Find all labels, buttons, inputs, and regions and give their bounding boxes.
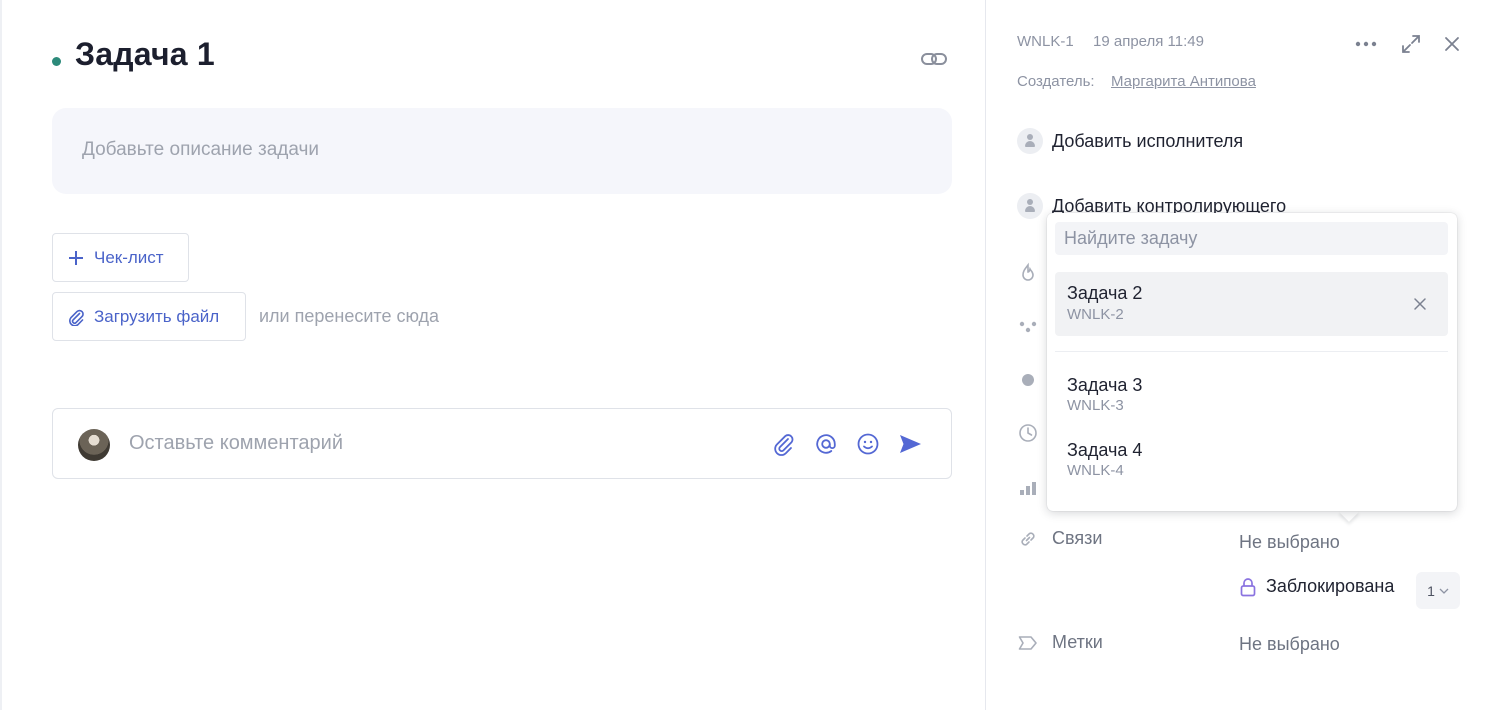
plus-icon (69, 250, 83, 265)
divider (1055, 351, 1448, 352)
clock-icon (1019, 424, 1037, 442)
task-search-input[interactable] (1055, 222, 1448, 255)
attach-icon[interactable] (772, 432, 796, 456)
mention-icon[interactable] (814, 432, 838, 456)
task-id: WNLK-1 (1017, 33, 1074, 50)
dots-icon (1019, 321, 1037, 333)
tag-icon (1018, 636, 1037, 650)
task-main-panel: Задача 1 Добавьте описание задачи Чек-ли… (0, 0, 986, 710)
task-option-id: WNLK-3 (1067, 397, 1124, 414)
task-date: 19 апреля 11:49 (1093, 33, 1204, 50)
task-option-name: Задача 3 (1067, 375, 1143, 395)
links-label: Связи (1052, 528, 1103, 548)
task-option-id: WNLK-4 (1067, 462, 1124, 479)
expand-icon[interactable] (1399, 32, 1423, 56)
add-checklist-button[interactable]: Чек-лист (52, 233, 189, 282)
comment-composer: Оставьте комментарий (52, 408, 952, 479)
upload-label: Загрузить файл (94, 306, 220, 326)
page-title[interactable]: Задача 1 (75, 36, 215, 73)
link-icon (1021, 532, 1035, 546)
blocked-status[interactable]: Заблокирована (1239, 576, 1394, 597)
comment-input[interactable]: Оставьте комментарий (129, 432, 343, 455)
add-assignee-label: Добавить исполнителя (1052, 130, 1244, 151)
link-icon[interactable] (920, 48, 948, 70)
upload-file-button[interactable]: Загрузить файл (52, 292, 246, 341)
task-search-popup: Задача 2 WNLK-2 Задача 3 WNLK-3 Задача 4… (1047, 213, 1457, 511)
checklist-label: Чек-лист (94, 247, 164, 267)
task-option[interactable]: Задача 4 WNLK-4 (1055, 438, 1448, 494)
tags-label: Метки (1052, 632, 1103, 652)
blocked-count: 1 (1427, 582, 1435, 599)
emoji-icon[interactable] (856, 432, 880, 456)
blocked-count-dropdown[interactable]: 1 (1416, 572, 1460, 609)
more-icon[interactable] (1354, 32, 1378, 56)
task-option[interactable]: Задача 3 WNLK-3 (1055, 373, 1448, 429)
avatar (78, 429, 110, 461)
creator-link[interactable]: Маргарита Антипова (1111, 73, 1256, 90)
creator-label: Создатель: (1017, 73, 1095, 90)
remove-icon[interactable] (1411, 295, 1429, 313)
selected-task-name: Задача 2 (1067, 283, 1143, 303)
close-icon[interactable] (1440, 32, 1464, 56)
person-icon (1017, 193, 1043, 219)
lock-icon (1240, 577, 1256, 596)
task-option-name: Задача 4 (1067, 440, 1143, 460)
description-placeholder: Добавьте описание задачи (82, 139, 320, 160)
drop-hint-text: или перенесите сюда (259, 306, 440, 326)
person-icon (1017, 128, 1043, 154)
flame-icon (1022, 262, 1034, 281)
priority-bars-icon (1020, 482, 1036, 495)
send-icon[interactable] (898, 432, 922, 456)
chevron-down-icon (1439, 588, 1449, 594)
selected-task-id: WNLK-2 (1067, 306, 1124, 323)
selected-task-item[interactable]: Задача 2 WNLK-2 (1055, 272, 1448, 336)
status-dot (52, 57, 61, 66)
tags-value[interactable]: Не выбрано (1239, 634, 1340, 655)
blocked-label: Заблокирована (1266, 576, 1395, 596)
paperclip-icon (69, 309, 84, 326)
add-assignee-button[interactable]: Добавить исполнителя (1017, 128, 1243, 154)
task-description-field[interactable]: Добавьте описание задачи (52, 108, 952, 194)
links-value[interactable]: Не выбрано (1239, 532, 1340, 553)
status-circle-icon (1022, 374, 1034, 386)
